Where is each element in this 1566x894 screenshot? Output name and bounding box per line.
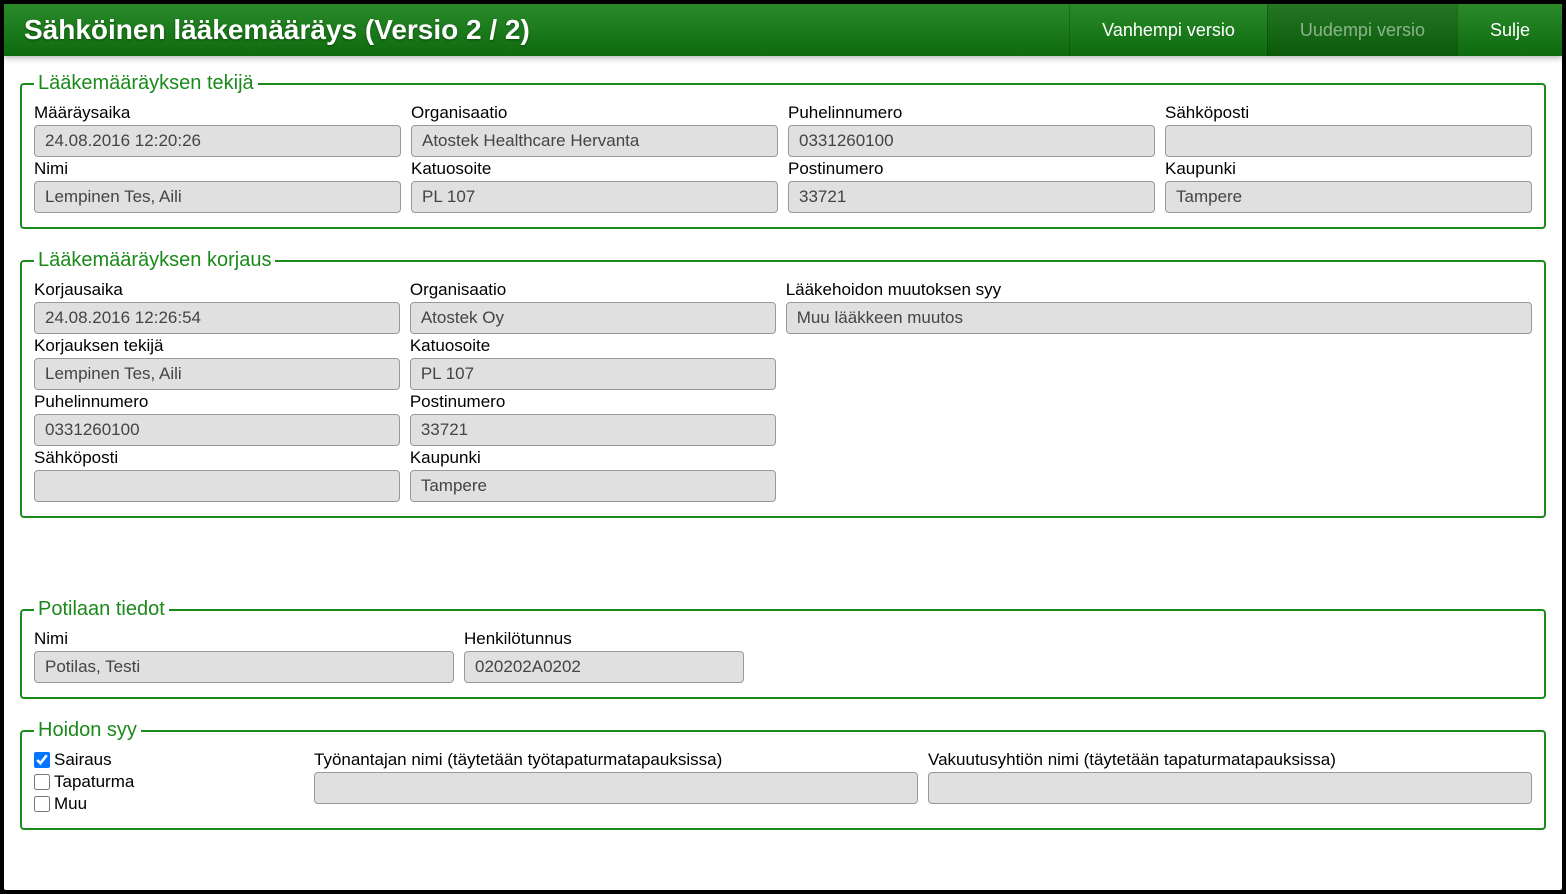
treatment-reason-legend: Hoidon syy bbox=[34, 719, 141, 742]
prescriber-legend: Lääkemääräyksen tekijä bbox=[34, 72, 258, 95]
corrector-name-field bbox=[34, 358, 400, 390]
correction-street-label: Katuosoite bbox=[410, 336, 776, 356]
prescriber-email-field bbox=[1165, 125, 1532, 157]
header-buttons: Vanhempi versio Uudempi versio Sulje bbox=[1069, 4, 1562, 56]
prescriber-street-field bbox=[411, 181, 778, 213]
prescriber-email-label: Sähköposti bbox=[1165, 103, 1532, 123]
correction-email-label: Sähköposti bbox=[34, 448, 400, 468]
prescriber-postal-label: Postinumero bbox=[788, 159, 1155, 179]
correction-org-label: Organisaatio bbox=[410, 280, 776, 300]
correction-time-label: Korjausaika bbox=[34, 280, 400, 300]
prescriber-name-label: Nimi bbox=[34, 159, 401, 179]
correction-street-field bbox=[410, 358, 776, 390]
patient-name-label: Nimi bbox=[34, 629, 454, 649]
other-checkbox[interactable] bbox=[34, 796, 50, 812]
other-label: Muu bbox=[54, 794, 87, 814]
correction-phone-label: Puhelinnumero bbox=[34, 392, 400, 412]
prescriber-city-field bbox=[1165, 181, 1532, 213]
prescriber-postal-field bbox=[788, 181, 1155, 213]
newer-version-button: Uudempi versio bbox=[1267, 4, 1457, 56]
corrector-name-label: Korjauksen tekijä bbox=[34, 336, 400, 356]
patient-legend: Potilaan tiedot bbox=[34, 598, 169, 621]
patient-ssn-label: Henkilötunnus bbox=[464, 629, 744, 649]
prescriber-street-label: Katuosoite bbox=[411, 159, 778, 179]
correction-org-field bbox=[410, 302, 776, 334]
correction-city-label: Kaupunki bbox=[410, 448, 776, 468]
insurance-field[interactable] bbox=[928, 772, 1532, 804]
prescriber-org-field bbox=[411, 125, 778, 157]
header-bar: Sähköinen lääkemääräys (Versio 2 / 2) Va… bbox=[4, 4, 1562, 56]
correction-reason-label: Lääkehoidon muutoksen syy bbox=[786, 280, 1532, 300]
sickness-label: Sairaus bbox=[54, 750, 112, 770]
correction-postal-field bbox=[410, 414, 776, 446]
prescriber-fieldset: Lääkemääräyksen tekijä Määräysaika Organ… bbox=[20, 72, 1546, 229]
accident-checkbox[interactable] bbox=[34, 774, 50, 790]
correction-city-field bbox=[410, 470, 776, 502]
patient-ssn-field bbox=[464, 651, 744, 683]
prescriber-name-field bbox=[34, 181, 401, 213]
insurance-label: Vakuutusyhtiön nimi (täytetään tapaturma… bbox=[928, 750, 1532, 770]
correction-legend: Lääkemääräyksen korjaus bbox=[34, 249, 275, 272]
older-version-button[interactable]: Vanhempi versio bbox=[1069, 4, 1267, 56]
patient-fieldset: Potilaan tiedot Nimi Henkilötunnus bbox=[20, 598, 1546, 699]
patient-name-field bbox=[34, 651, 454, 683]
prescription-time-field bbox=[34, 125, 401, 157]
prescriber-org-label: Organisaatio bbox=[411, 103, 778, 123]
prescription-time-label: Määräysaika bbox=[34, 103, 401, 123]
correction-fieldset: Lääkemääräyksen korjaus Korjausaika Orga… bbox=[20, 249, 1546, 518]
prescription-window: Sähköinen lääkemääräys (Versio 2 / 2) Va… bbox=[4, 4, 1562, 890]
content-area: Lääkemääräyksen tekijä Määräysaika Organ… bbox=[4, 56, 1562, 866]
employer-label: Työnantajan nimi (täytetään työtapaturma… bbox=[314, 750, 918, 770]
correction-time-field bbox=[34, 302, 400, 334]
employer-field[interactable] bbox=[314, 772, 918, 804]
accident-label: Tapaturma bbox=[54, 772, 134, 792]
correction-postal-label: Postinumero bbox=[410, 392, 776, 412]
prescriber-phone-field bbox=[788, 125, 1155, 157]
correction-phone-field bbox=[34, 414, 400, 446]
correction-reason-field bbox=[786, 302, 1532, 334]
treatment-reason-fieldset: Hoidon syy Sairaus Tapaturma Muu bbox=[20, 719, 1546, 830]
prescriber-phone-label: Puhelinnumero bbox=[788, 103, 1155, 123]
sickness-checkbox[interactable] bbox=[34, 752, 50, 768]
correction-email-field bbox=[34, 470, 400, 502]
page-title: Sähköinen lääkemääräys (Versio 2 / 2) bbox=[4, 4, 1069, 56]
prescriber-city-label: Kaupunki bbox=[1165, 159, 1532, 179]
close-button[interactable]: Sulje bbox=[1457, 4, 1562, 56]
